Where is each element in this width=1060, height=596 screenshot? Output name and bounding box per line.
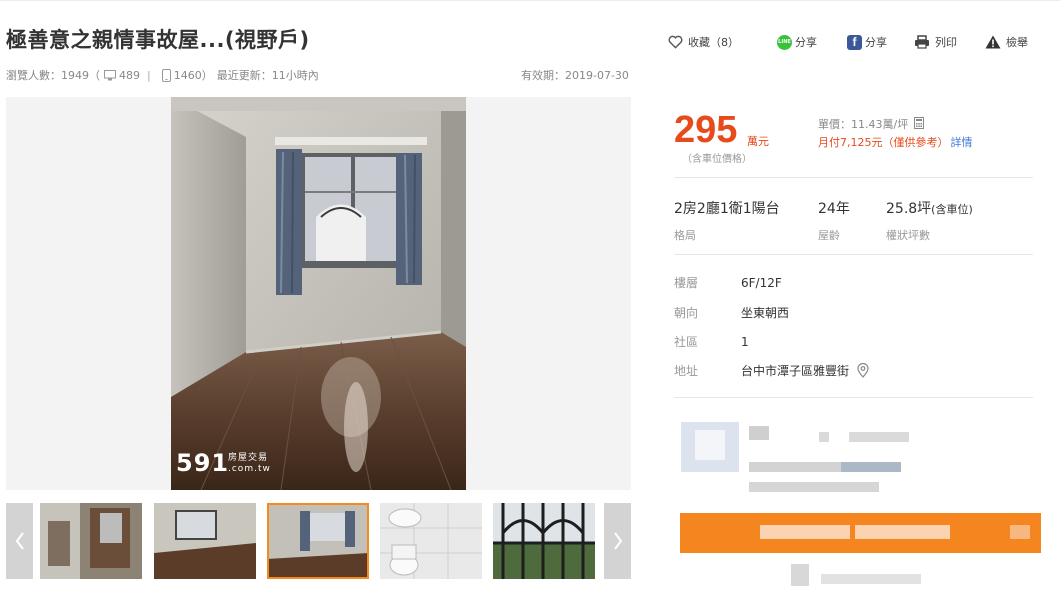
spec-age: 24年 屋齡 bbox=[818, 198, 850, 243]
thumbnail-2[interactable] bbox=[154, 503, 256, 579]
detail-value: 1 bbox=[741, 334, 749, 349]
warning-icon bbox=[985, 35, 1001, 49]
agent-info-blurred bbox=[849, 432, 909, 442]
detail-row-community: 社區 1 bbox=[674, 333, 749, 350]
updated-time: 最近更新：11小時內 bbox=[216, 69, 319, 82]
report-label: 檢舉 bbox=[1006, 36, 1028, 49]
unit-price-text: 單價：11.43萬/坪 bbox=[818, 118, 909, 131]
divider bbox=[674, 254, 1033, 255]
detail-value: 台中市潭子區雅豐街 bbox=[741, 362, 869, 379]
agent-phone-icon-blurred bbox=[791, 564, 809, 586]
spec-layout-label: 格局 bbox=[674, 229, 696, 242]
thumbnail-4[interactable] bbox=[380, 503, 482, 579]
detail-value: 坐東朝西 bbox=[741, 306, 790, 320]
detail-row-floor: 樓層 6F/12F bbox=[674, 274, 782, 291]
price-amount: 295 bbox=[674, 109, 738, 151]
detail-row-orientation: 朝向 坐東朝西 bbox=[674, 304, 789, 321]
agent-meta-blurred bbox=[749, 482, 879, 492]
divider bbox=[674, 397, 1033, 398]
favorite-button[interactable]: 收藏（8） bbox=[668, 32, 739, 52]
spec-area: 25.8坪(含車位) 權狀坪數 bbox=[886, 198, 973, 243]
spec-layout: 2房2廳1衛1陽台 格局 bbox=[674, 198, 780, 243]
thumbnail-image bbox=[380, 503, 482, 579]
detail-key: 朝向 bbox=[674, 306, 699, 320]
watermark-sub1: 房屋交易 bbox=[228, 453, 269, 463]
thumbnail-5[interactable] bbox=[493, 503, 595, 579]
spec-layout-value: 2房2廳1衛1陽台 bbox=[674, 201, 780, 217]
thumbnail-strip bbox=[6, 503, 631, 579]
watermark: 591 房屋交易 .com.tw bbox=[176, 449, 270, 477]
agent-name-blurred bbox=[749, 426, 769, 440]
contact-button[interactable] bbox=[680, 513, 1041, 553]
spec-age-label: 屋齡 bbox=[818, 229, 840, 242]
listing-title: 極善意之親情事故屋...(視野戶) bbox=[6, 28, 310, 52]
thumbnail-3[interactable] bbox=[267, 503, 369, 579]
detail-key: 社區 bbox=[674, 335, 699, 349]
room-photo bbox=[171, 97, 466, 490]
detail-row-address: 地址 台中市潭子區雅豐街 bbox=[674, 362, 869, 379]
top-divider bbox=[0, 0, 1060, 1]
thumbnail-prev-button[interactable] bbox=[6, 503, 33, 579]
heart-icon bbox=[668, 35, 683, 49]
agent-company-blurred bbox=[841, 462, 901, 472]
facebook-share-label: 分享 bbox=[865, 36, 887, 49]
views-label: 瀏覽人數：1949（ bbox=[6, 69, 100, 82]
monthly-detail-link[interactable]: 詳情 bbox=[951, 136, 973, 149]
line-share-button[interactable]: LINE 分享 bbox=[777, 32, 817, 52]
monthly-payment: 月付7,125元（僅供參考） 詳情 bbox=[818, 134, 973, 150]
phone-icon bbox=[161, 68, 171, 82]
chevron-left-icon bbox=[15, 532, 24, 550]
spec-age-value: 24年 bbox=[818, 201, 850, 217]
thumbnail-image bbox=[154, 503, 256, 579]
watermark-sub2: .com.tw bbox=[228, 464, 271, 474]
agent-card bbox=[681, 422, 1041, 592]
thumbnail-1[interactable] bbox=[40, 503, 142, 579]
print-label: 列印 bbox=[935, 36, 957, 49]
facebook-share-button[interactable]: f 分享 bbox=[847, 32, 887, 52]
main-photo[interactable] bbox=[171, 97, 466, 490]
listing-meta: 瀏覽人數：1949（ 489 | 1460） 最近更新：11小時內 bbox=[6, 67, 319, 83]
divider bbox=[674, 177, 1033, 178]
spec-area-value: 25.8坪 bbox=[886, 201, 932, 217]
address-text: 台中市潭子區雅豐街 bbox=[741, 364, 850, 378]
thumbnail-image bbox=[493, 503, 595, 579]
agent-info-blurred bbox=[819, 432, 829, 442]
watermark-logo: 591 bbox=[176, 449, 230, 477]
spec-area-suffix: (含車位) bbox=[931, 203, 973, 216]
thumbnail-image bbox=[40, 503, 142, 579]
mobile-views: 1460） bbox=[173, 69, 213, 82]
unit-price: 單價：11.43萬/坪 bbox=[818, 116, 924, 132]
valid-until: 有效期：2019-07-30 bbox=[521, 69, 629, 82]
avatar bbox=[681, 422, 739, 472]
pc-views: 489 bbox=[119, 68, 140, 82]
agent-phone-blurred bbox=[821, 574, 921, 584]
line-icon: LINE bbox=[777, 34, 792, 50]
detail-key: 地址 bbox=[674, 364, 699, 378]
print-button[interactable]: 列印 bbox=[914, 32, 957, 52]
report-button[interactable]: 檢舉 bbox=[985, 32, 1028, 52]
chevron-right-icon bbox=[613, 532, 622, 550]
thumbnail-next-button[interactable] bbox=[604, 503, 631, 579]
facebook-icon: f bbox=[847, 34, 862, 50]
favorite-label: 收藏（8） bbox=[688, 36, 739, 49]
monitor-icon bbox=[104, 69, 116, 80]
detail-value: 6F/12F bbox=[741, 275, 782, 290]
calculator-icon[interactable] bbox=[913, 117, 924, 129]
detail-key: 樓層 bbox=[674, 276, 699, 290]
spec-area-label: 權狀坪數 bbox=[886, 229, 930, 242]
price-note: （含車位價格） bbox=[682, 154, 752, 165]
price-unit: 萬元 bbox=[747, 135, 769, 148]
thumbnail-image bbox=[267, 503, 369, 579]
meta-separator: | bbox=[147, 68, 151, 82]
main-photo-area: 591 房屋交易 .com.tw bbox=[6, 97, 631, 490]
line-share-label: 分享 bbox=[795, 36, 817, 49]
printer-icon bbox=[915, 35, 929, 49]
monthly-text: 月付7,125元（僅供參考） bbox=[818, 136, 949, 149]
map-pin-icon[interactable] bbox=[857, 363, 869, 378]
